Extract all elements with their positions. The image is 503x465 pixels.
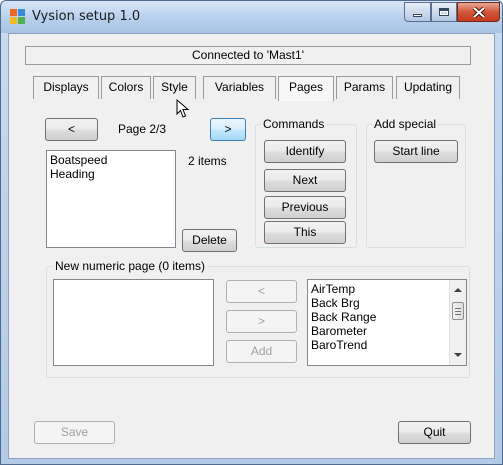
close-icon [472, 6, 485, 18]
scroll-thumb[interactable] [452, 302, 464, 320]
add-variable-button[interactable]: > [226, 310, 297, 333]
next-page-button[interactable]: > [210, 118, 246, 141]
maximize-icon [439, 8, 449, 16]
tab-params[interactable]: Params [336, 76, 393, 99]
list-item[interactable]: Barometer [311, 324, 446, 338]
tab-style[interactable]: Style [153, 76, 196, 99]
minimize-icon [413, 14, 422, 17]
app-icon [10, 9, 26, 25]
prev-page-button[interactable]: < [45, 118, 98, 141]
quit-button[interactable]: Quit [398, 421, 471, 444]
add-special-group-title: Add special [372, 117, 439, 131]
previous-command-button[interactable]: Previous [264, 196, 346, 219]
variables-list[interactable]: AirTemp Back Brg Back Range Barometer Ba… [307, 279, 467, 366]
window-title: Vysion setup 1.0 [32, 9, 141, 24]
variables-scrollbar[interactable] [449, 280, 466, 365]
maximize-button[interactable] [431, 2, 457, 22]
scroll-down-icon[interactable] [454, 353, 462, 357]
identify-button[interactable]: Identify [264, 140, 346, 163]
tab-colors[interactable]: Colors [101, 76, 151, 99]
list-item[interactable]: AirTemp [311, 282, 446, 296]
mouse-pointer-icon [176, 99, 190, 118]
commands-group-title: Commands [261, 117, 327, 131]
list-item[interactable]: BaroTrend [311, 338, 446, 352]
page-items-list[interactable]: Boatspeed Heading [46, 150, 176, 248]
save-button[interactable]: Save [34, 421, 115, 444]
this-command-button[interactable]: This [264, 221, 346, 244]
tab-updating[interactable]: Updating [396, 76, 460, 99]
minimize-button[interactable] [404, 2, 431, 22]
title-bar[interactable]: Vysion setup 1.0 [1, 1, 502, 33]
remove-variable-button[interactable]: < [226, 280, 297, 303]
tab-variables[interactable]: Variables [203, 76, 276, 99]
connection-status: Connected to 'Mast1' [25, 46, 471, 65]
new-page-group-title: New numeric page (0 items) [53, 259, 208, 273]
scroll-up-icon[interactable] [454, 288, 462, 292]
list-item[interactable]: Back Range [311, 310, 446, 324]
delete-button[interactable]: Delete [182, 229, 237, 252]
items-count: 2 items [188, 154, 227, 168]
tab-displays[interactable]: Displays [33, 76, 99, 99]
next-command-button[interactable]: Next [264, 169, 346, 192]
add-page-button[interactable]: Add [226, 340, 297, 363]
new-page-items-list[interactable] [53, 279, 214, 366]
close-button[interactable] [457, 2, 500, 22]
list-item[interactable]: Back Brg [311, 296, 446, 310]
page-indicator: Page 2/3 [118, 122, 167, 136]
start-line-button[interactable]: Start line [374, 140, 458, 163]
tab-pages[interactable]: Pages [278, 76, 334, 101]
list-item[interactable]: Heading [50, 167, 172, 181]
list-item[interactable]: Boatspeed [50, 153, 172, 167]
